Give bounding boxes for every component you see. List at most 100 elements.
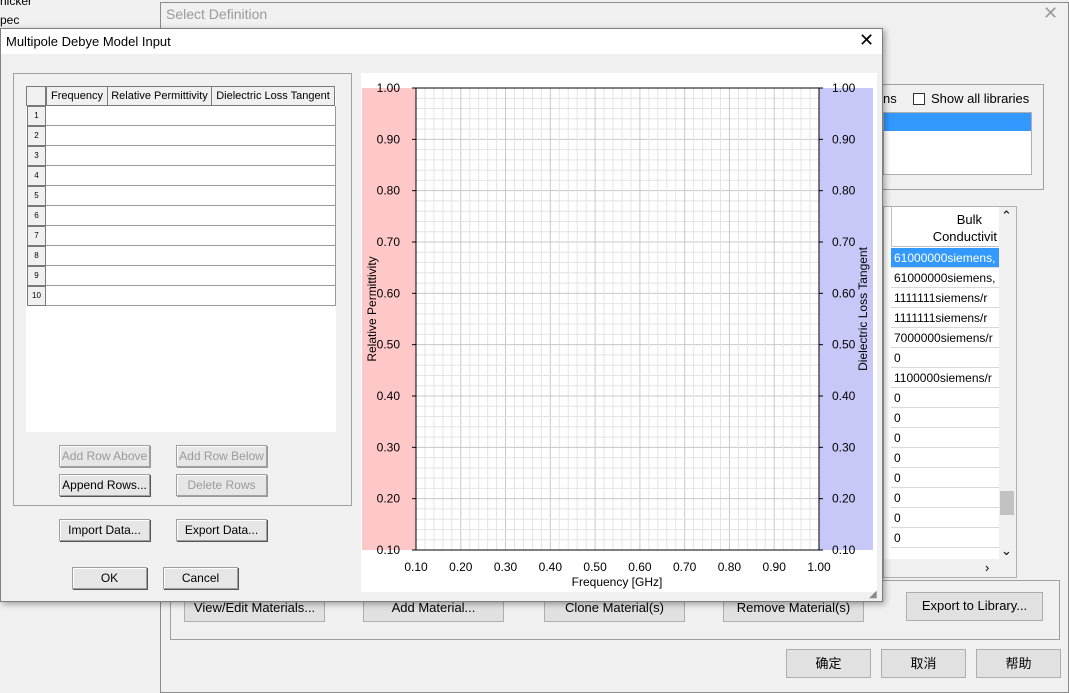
add-row-below-button[interactable]: Add Row Below [176, 445, 267, 467]
table-cell[interactable] [46, 266, 108, 286]
scroll-right-icon[interactable]: › [985, 560, 989, 575]
table-cell[interactable] [211, 246, 336, 266]
y-tick-label-left: 0.30 [377, 440, 401, 454]
row-number[interactable]: 9 [27, 266, 46, 286]
y-tick-label-right: 0.30 [832, 440, 856, 454]
conductivity-cell[interactable]: 1111111siemens/r [891, 308, 999, 328]
table-cell[interactable] [46, 166, 108, 186]
x-tick-label: 0.70 [673, 560, 697, 574]
table-cell[interactable] [211, 206, 336, 226]
cancel-button[interactable]: Cancel [163, 567, 238, 589]
row-number[interactable]: 6 [27, 206, 46, 226]
table-cell[interactable] [46, 186, 108, 206]
table-cell[interactable] [211, 266, 336, 286]
cancel-button-cn[interactable]: 取消 [881, 649, 966, 678]
x-tick-label: 0.40 [539, 560, 563, 574]
row-number[interactable]: 8 [27, 246, 46, 266]
row-number[interactable]: 7 [27, 226, 46, 246]
table-cell[interactable] [107, 226, 212, 246]
conductivity-cell[interactable]: 0 [891, 348, 999, 368]
y-tick-label-right: 0.90 [832, 132, 856, 146]
relative-permittivity-column-header[interactable]: Relative Permittivity [107, 86, 212, 106]
help-button-cn[interactable]: 帮助 [976, 649, 1061, 678]
conductivity-cell[interactable]: 0 [891, 388, 999, 408]
bulk-conductivity-header[interactable]: Bulk Conductivit [891, 207, 999, 247]
scroll-up-icon[interactable]: ⌃ [1001, 208, 1012, 224]
close-icon[interactable]: ✕ [1043, 3, 1058, 24]
row-number[interactable]: 4 [27, 166, 46, 186]
conductivity-cell[interactable]: 0 [891, 428, 999, 448]
scroll-thumb[interactable] [1000, 491, 1014, 515]
horizontal-scrollbar[interactable] [884, 559, 1016, 577]
y-tick-label-right: 0.20 [832, 492, 856, 506]
y-tick-label-left: 0.90 [377, 132, 401, 146]
table-cell[interactable] [107, 186, 212, 206]
import-data-button[interactable]: Import Data... [59, 519, 150, 541]
y-tick-label-right: 0.70 [832, 235, 856, 249]
table-cell[interactable] [46, 206, 108, 226]
left-edge-text-1: hicker [0, 0, 33, 8]
scroll-down-icon[interactable]: ⌄ [1001, 543, 1012, 559]
table-cell[interactable] [211, 226, 336, 246]
conductivity-cell[interactable]: 0 [891, 488, 999, 508]
table-cell[interactable] [107, 206, 212, 226]
conductivity-cell[interactable]: 61000000siemens, [891, 248, 999, 268]
conductivity-cell[interactable]: 0 [891, 448, 999, 468]
library-list-selected-row[interactable] [884, 113, 1031, 131]
table-cell[interactable] [46, 126, 108, 146]
table-cell[interactable] [46, 106, 108, 126]
show-all-libraries-checkbox[interactable] [913, 93, 925, 105]
row-number[interactable]: 3 [27, 146, 46, 166]
conductivity-cell[interactable]: 0 [891, 508, 999, 528]
table-cell[interactable] [107, 106, 212, 126]
bulk-header-line1: Bulk [956, 212, 982, 227]
conductivity-header-line2: Conductivit [932, 229, 997, 244]
frequency-column-header[interactable]: Frequency [46, 86, 108, 106]
conductivity-cell[interactable]: 7000000siemens/r [891, 328, 999, 348]
row-number[interactable]: 5 [27, 186, 46, 206]
table-cell[interactable] [211, 286, 336, 306]
conductivity-cell[interactable]: 0 [891, 528, 999, 548]
x-tick-label: 0.80 [718, 560, 742, 574]
table-cell[interactable] [107, 166, 212, 186]
conductivity-cell[interactable]: 0 [891, 468, 999, 488]
conductivity-cell[interactable]: 61000000siemens, [891, 268, 999, 288]
table-cell[interactable] [46, 246, 108, 266]
row-number[interactable]: 2 [27, 126, 46, 146]
table-cell[interactable] [107, 266, 212, 286]
table-cell[interactable] [211, 106, 336, 126]
add-row-above-button[interactable]: Add Row Above [59, 445, 150, 467]
table-cell[interactable] [211, 126, 336, 146]
conductivity-cell[interactable]: 1100000siemens/r [891, 368, 999, 388]
table-cell[interactable] [46, 286, 108, 306]
y-tick-label-right: 0.50 [832, 338, 856, 352]
conductivity-cell[interactable]: 0 [891, 408, 999, 428]
y-tick-label-left: 0.70 [377, 235, 401, 249]
table-cell[interactable] [46, 226, 108, 246]
x-tick-label: 1.00 [807, 560, 831, 574]
table-cell[interactable] [211, 166, 336, 186]
delete-rows-button[interactable]: Delete Rows [176, 474, 267, 496]
ok-button[interactable]: OK [72, 567, 147, 589]
table-cell[interactable] [46, 146, 108, 166]
conductivity-cell[interactable]: 1111111siemens/r [891, 288, 999, 308]
export-data-button[interactable]: Export Data... [176, 519, 267, 541]
table-cell[interactable] [211, 146, 336, 166]
close-icon[interactable]: ✕ [859, 30, 874, 51]
row-number[interactable]: 10 [27, 286, 46, 306]
row-number[interactable]: 1 [27, 106, 46, 126]
dielectric-loss-tangent-column-header[interactable]: Dielectric Loss Tangent [211, 86, 335, 106]
table-cell[interactable] [107, 126, 212, 146]
append-rows-button[interactable]: Append Rows... [59, 474, 150, 496]
export-to-library-button[interactable]: Export to Library... [906, 592, 1043, 621]
table-cell[interactable] [107, 286, 212, 306]
y-tick-label-left: 0.50 [377, 338, 401, 352]
y-tick-label-right: 0.80 [832, 184, 856, 198]
y-tick-label-left: 0.60 [377, 286, 401, 300]
resize-grip-icon[interactable]: ◢ [869, 589, 877, 600]
table-cell[interactable] [107, 246, 212, 266]
table-corner [26, 86, 46, 106]
table-cell[interactable] [107, 146, 212, 166]
ok-button-cn[interactable]: 确定 [786, 649, 871, 678]
table-cell[interactable] [211, 186, 336, 206]
